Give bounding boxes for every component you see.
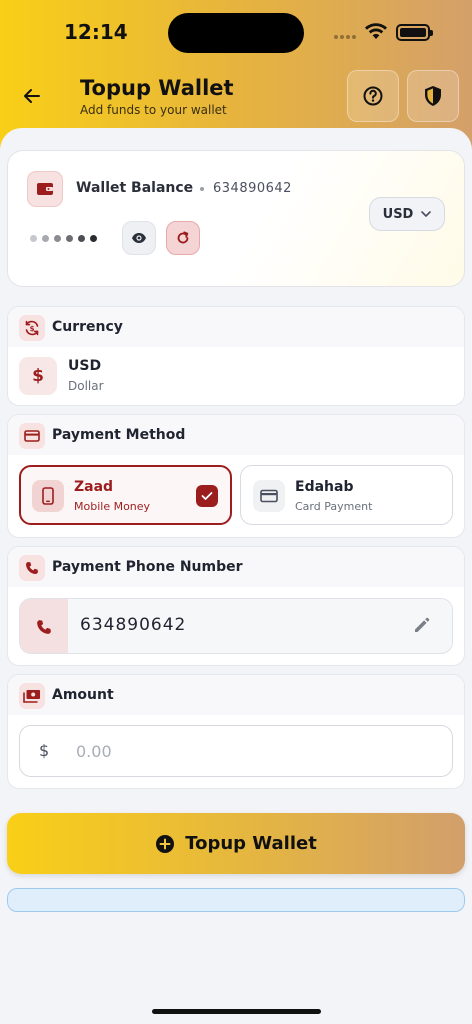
help-button[interactable] xyxy=(347,70,399,122)
security-button[interactable] xyxy=(407,70,459,122)
card-icon xyxy=(253,480,285,512)
payment-phone-header: Payment Phone Number xyxy=(8,547,464,587)
amount-section-title: Amount xyxy=(52,687,114,703)
mask-dot xyxy=(78,235,85,242)
dynamic-island xyxy=(168,13,304,53)
page-subtitle: Add funds to your wallet xyxy=(80,103,227,117)
phone-icon xyxy=(19,555,45,581)
currency-selector[interactable]: USD xyxy=(369,197,445,231)
edit-icon[interactable] xyxy=(412,615,432,635)
cash-icon xyxy=(19,683,45,709)
svg-text:$: $ xyxy=(30,325,35,333)
mask-dot xyxy=(54,235,61,242)
payment-method-title: Payment Method xyxy=(52,427,186,443)
refresh-balance-button[interactable] xyxy=(166,221,200,255)
currency-section-title: Currency xyxy=(52,319,123,335)
mask-dot xyxy=(30,235,37,242)
wallet-account-number: 634890642 xyxy=(213,181,292,196)
amount-section: Amount $ xyxy=(7,674,465,789)
payment-option-zaad[interactable]: Zaad Mobile Money xyxy=(19,465,232,525)
topup-wallet-button[interactable]: Topup Wallet xyxy=(7,813,465,874)
show-balance-button[interactable] xyxy=(122,221,156,255)
arrow-left-icon xyxy=(24,89,40,103)
currency-section: $ Currency $ USD Dollar xyxy=(7,306,465,406)
home-indicator xyxy=(152,1009,321,1014)
info-banner xyxy=(7,888,465,912)
payment-phone-section: Payment Phone Number 634890642 xyxy=(7,546,465,666)
payment-option-name: Edahab xyxy=(295,479,354,495)
dollar-icon: $ xyxy=(19,357,57,395)
page-title: Topup Wallet xyxy=(80,76,234,100)
add-circle-icon xyxy=(156,834,175,853)
wallet-balance-label: Wallet Balance xyxy=(76,180,194,196)
battery-icon xyxy=(396,24,433,41)
separator-dot xyxy=(200,187,204,191)
currency-code: USD xyxy=(68,358,102,374)
mask-dot xyxy=(66,235,73,242)
currency-name: Dollar xyxy=(68,379,104,393)
status-bar: 12:14 xyxy=(0,0,472,60)
phone-number-field[interactable]: 634890642 xyxy=(19,598,453,654)
signal-icon xyxy=(334,35,356,39)
currency-exchange-icon: $ xyxy=(19,315,45,341)
mask-dot xyxy=(42,235,49,242)
payment-option-subtitle: Mobile Money xyxy=(74,500,151,513)
currency-selector-value: USD xyxy=(382,206,414,222)
payment-method-section: Payment Method Zaad Mobile Money Edahab … xyxy=(7,414,465,538)
eye-icon xyxy=(132,233,146,243)
shield-icon xyxy=(425,86,441,106)
amount-field[interactable]: $ xyxy=(19,725,453,777)
mask-dot xyxy=(90,235,97,242)
amount-input[interactable] xyxy=(76,736,436,766)
phone-icon xyxy=(20,599,68,653)
wallet-icon xyxy=(27,171,63,207)
currency-section-header: $ Currency xyxy=(8,307,464,347)
wifi-icon xyxy=(365,23,387,39)
topup-wallet-label: Topup Wallet xyxy=(185,833,317,854)
payment-method-header: Payment Method xyxy=(8,415,464,455)
payment-option-edahab[interactable]: Edahab Card Payment xyxy=(240,465,453,525)
credit-card-icon xyxy=(19,423,45,449)
back-button[interactable] xyxy=(18,82,46,110)
refresh-icon xyxy=(177,231,189,244)
payment-phone-title: Payment Phone Number xyxy=(52,559,243,575)
check-icon xyxy=(196,485,218,507)
smartphone-icon xyxy=(32,480,64,512)
masked-balance xyxy=(30,235,97,242)
amount-currency-symbol: $ xyxy=(39,741,50,760)
status-time: 12:14 xyxy=(64,20,128,44)
payment-option-name: Zaad xyxy=(74,479,114,495)
phone-number-value: 634890642 xyxy=(80,615,187,635)
wallet-balance-card: Wallet Balance 634890642 USD xyxy=(7,150,465,287)
payment-option-subtitle: Card Payment xyxy=(295,500,373,513)
chevron-down-icon xyxy=(421,211,432,217)
amount-section-header: Amount xyxy=(8,675,464,715)
help-circle-icon xyxy=(363,86,383,106)
